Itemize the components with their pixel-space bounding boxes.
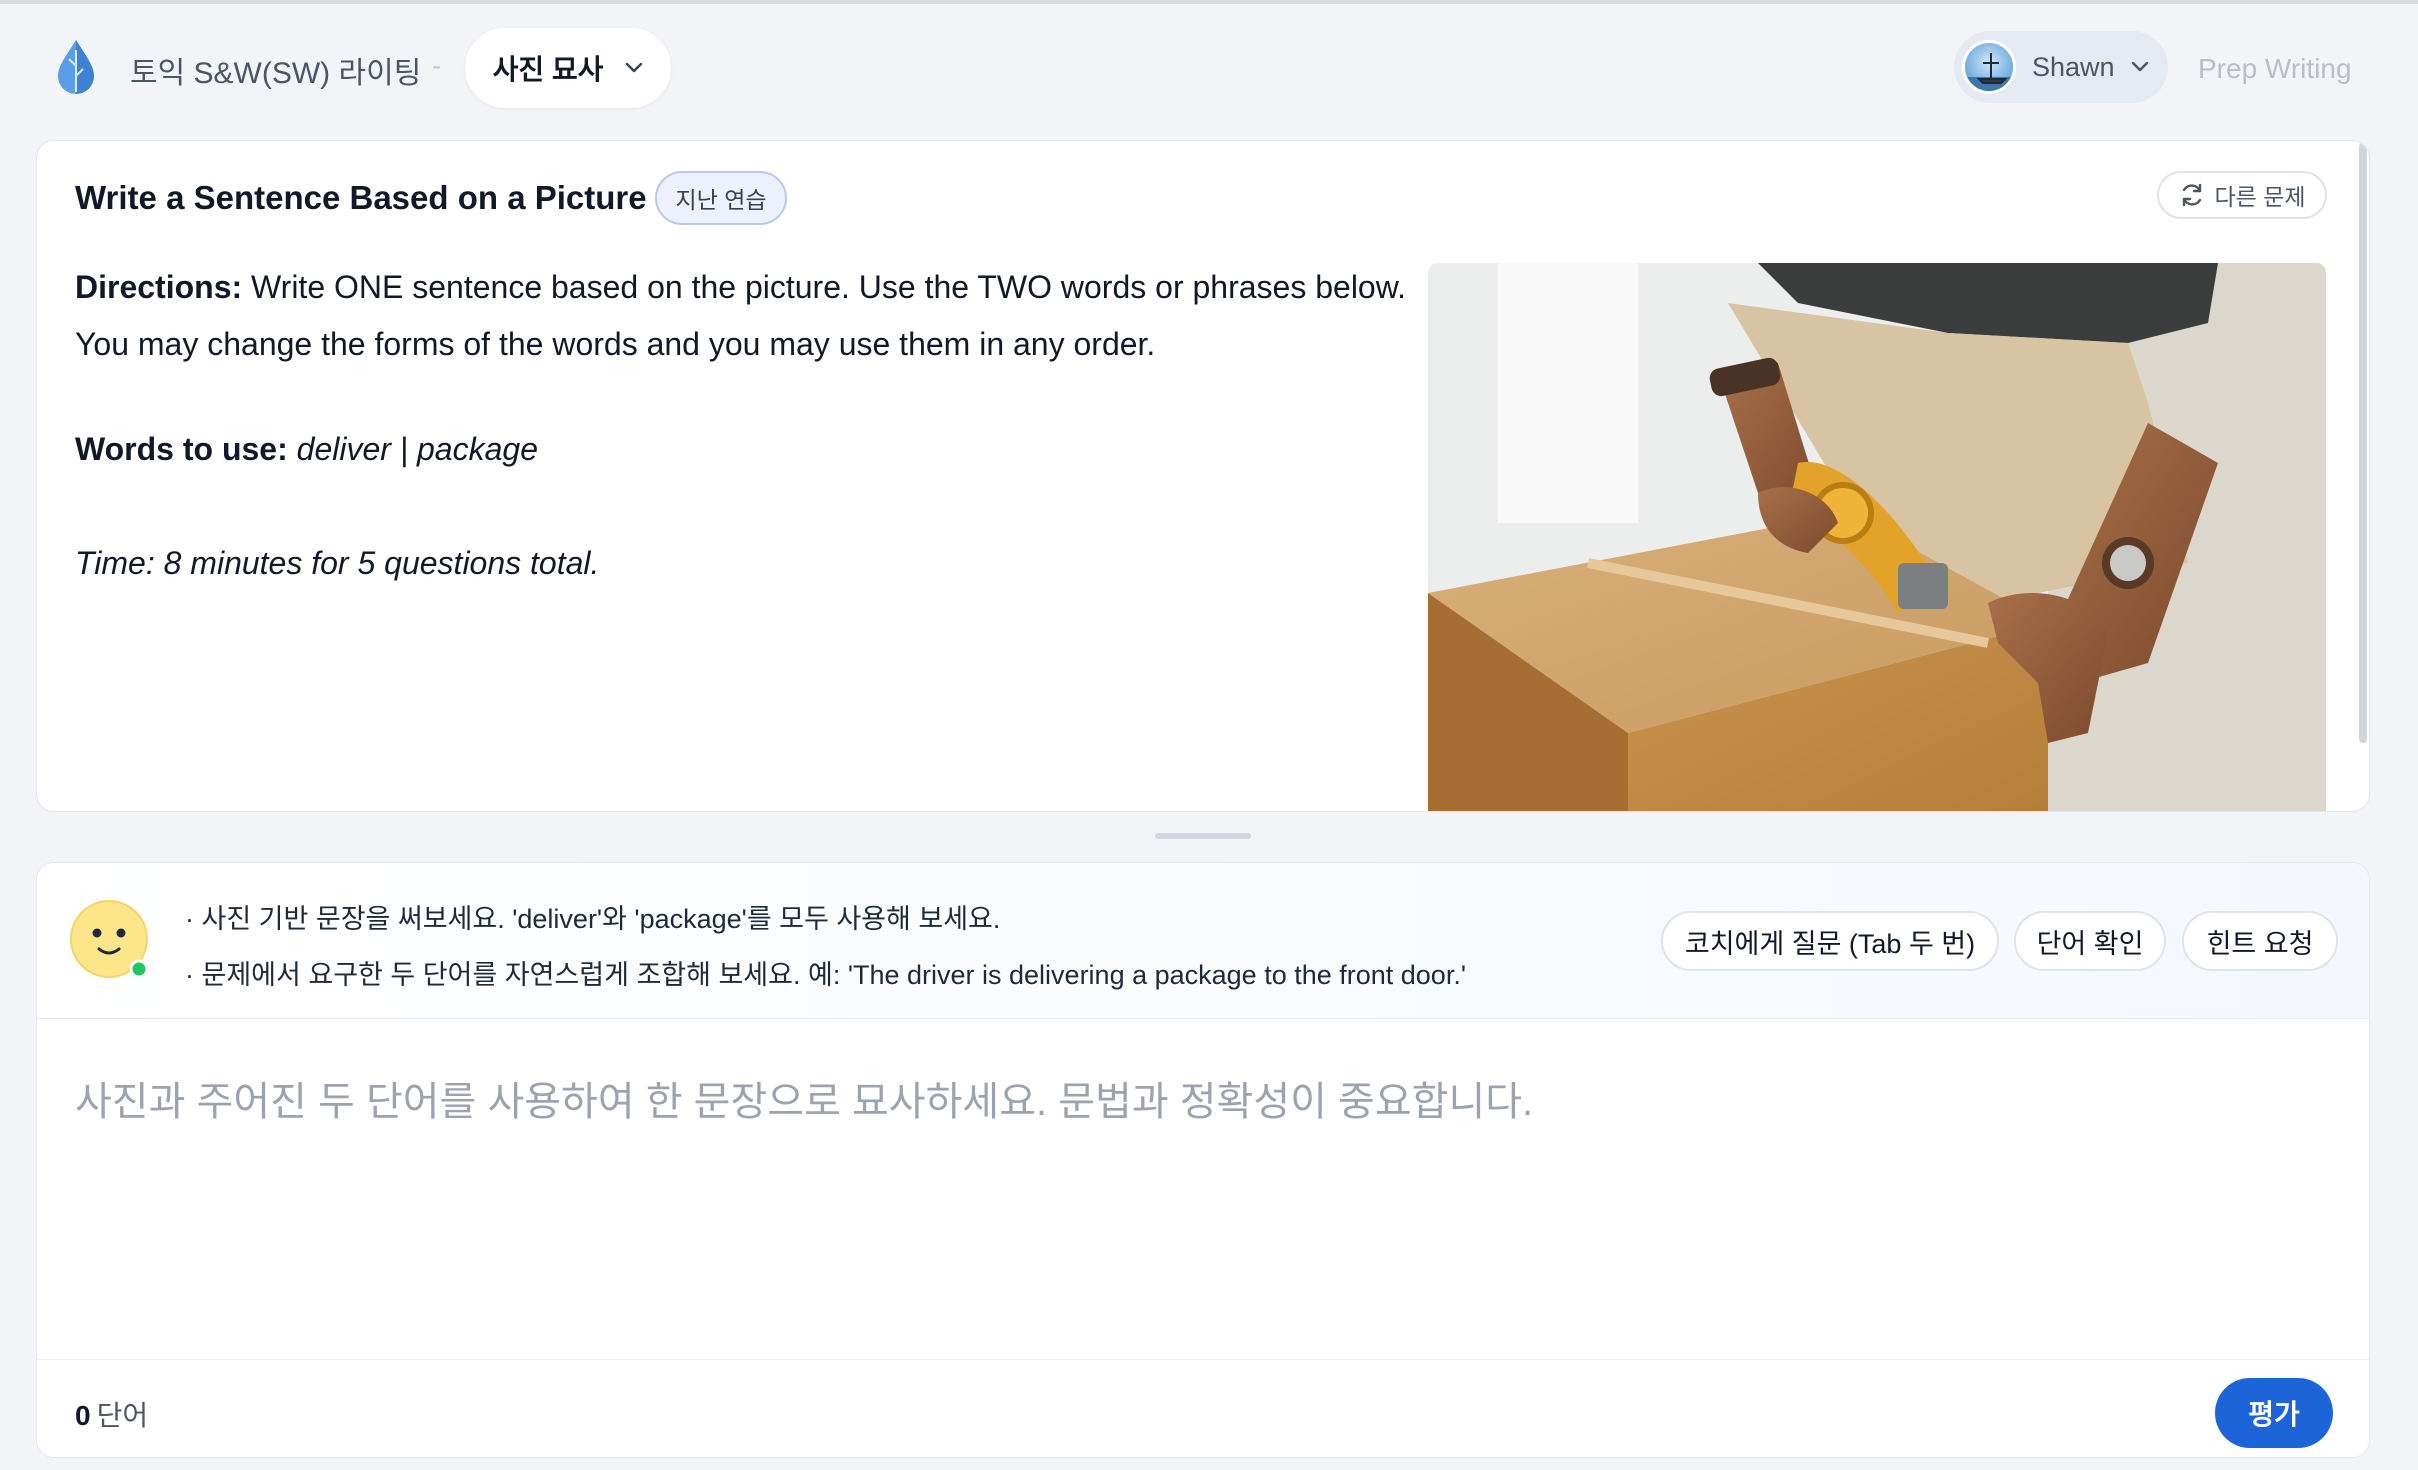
directions-body: Write ONE sentence based on the picture.…: [75, 269, 1406, 362]
prep-writing-link[interactable]: Prep Writing: [2198, 53, 2352, 85]
avatar: [1962, 40, 2016, 94]
word-count-value: 0: [75, 1400, 91, 1431]
user-name: Shawn: [2032, 51, 2115, 82]
photo-illustration: [1428, 263, 2326, 811]
past-practice-badge[interactable]: 지난 연습: [655, 171, 787, 225]
word-count: 0 단어: [75, 1394, 148, 1434]
request-hint-button[interactable]: 힌트 요청: [2182, 911, 2338, 971]
coach-hint-1: · 사진 기반 문장을 써보세요. 'deliver'와 'package'를 …: [185, 904, 1001, 934]
chevron-down-icon: [2131, 61, 2148, 72]
mode-select[interactable]: 사진 묘사: [465, 28, 671, 108]
mode-select-label: 사진 묘사: [492, 54, 604, 85]
words-label: Words to use:: [75, 431, 288, 467]
app-title: 토익 S&W(SW) 라이팅: [130, 57, 422, 90]
app-header: 토익 S&W(SW) 라이팅 - 사진 묘사 Shawn Prep Writin…: [0, 4, 2418, 134]
other-question-button[interactable]: 다른 문제: [2157, 171, 2327, 219]
user-menu[interactable]: Shawn: [1954, 31, 2168, 103]
question-photo: [1428, 263, 2326, 811]
other-question-label: 다른 문제: [2214, 184, 2306, 210]
avatar-image: [1965, 53, 2013, 91]
ask-coach-button[interactable]: 코치에게 질문 (Tab 두 번): [1661, 911, 1999, 971]
refresh-icon: [2183, 183, 2202, 207]
check-word-button[interactable]: 단어 확인: [2014, 911, 2166, 971]
coach-bar: · 사진 기반 문장을 써보세요. 'deliver'와 'package'를 …: [37, 863, 2369, 1019]
question-title: Write a Sentence Based on a Picture: [75, 179, 647, 216]
answer-footer: 0 단어 평가: [37, 1359, 2369, 1457]
title-separator: -: [432, 50, 442, 81]
app-logo-icon[interactable]: [52, 36, 100, 96]
coach-hint-2: · 문제에서 요구한 두 단어를 자연스럽게 조합해 보세요. 예: 'The …: [185, 960, 1466, 990]
word-count-unit: 단어: [96, 1400, 149, 1431]
evaluate-button[interactable]: 평가: [2215, 1378, 2333, 1448]
directions-label: Directions:: [75, 269, 243, 305]
words-to-use: Words to use: deliver | package: [75, 431, 538, 468]
question-scrollbar[interactable]: [2359, 143, 2367, 743]
chevron-down-icon: [626, 62, 643, 73]
words-value: deliver | package: [287, 431, 538, 467]
time-limit-text: Time: 8 minutes for 5 questions total.: [75, 545, 600, 581]
resize-handle[interactable]: [1155, 833, 1251, 839]
answer-input[interactable]: [37, 1019, 2369, 1359]
answer-card: · 사진 기반 문장을 써보세요. 'deliver'와 'package'를 …: [36, 862, 2370, 1458]
question-card: Write a Sentence Based on a Picture 지난 연…: [36, 140, 2370, 812]
smiley-coach-icon: [70, 900, 149, 979]
directions-text: Directions: Write ONE sentence based on …: [75, 259, 1415, 373]
